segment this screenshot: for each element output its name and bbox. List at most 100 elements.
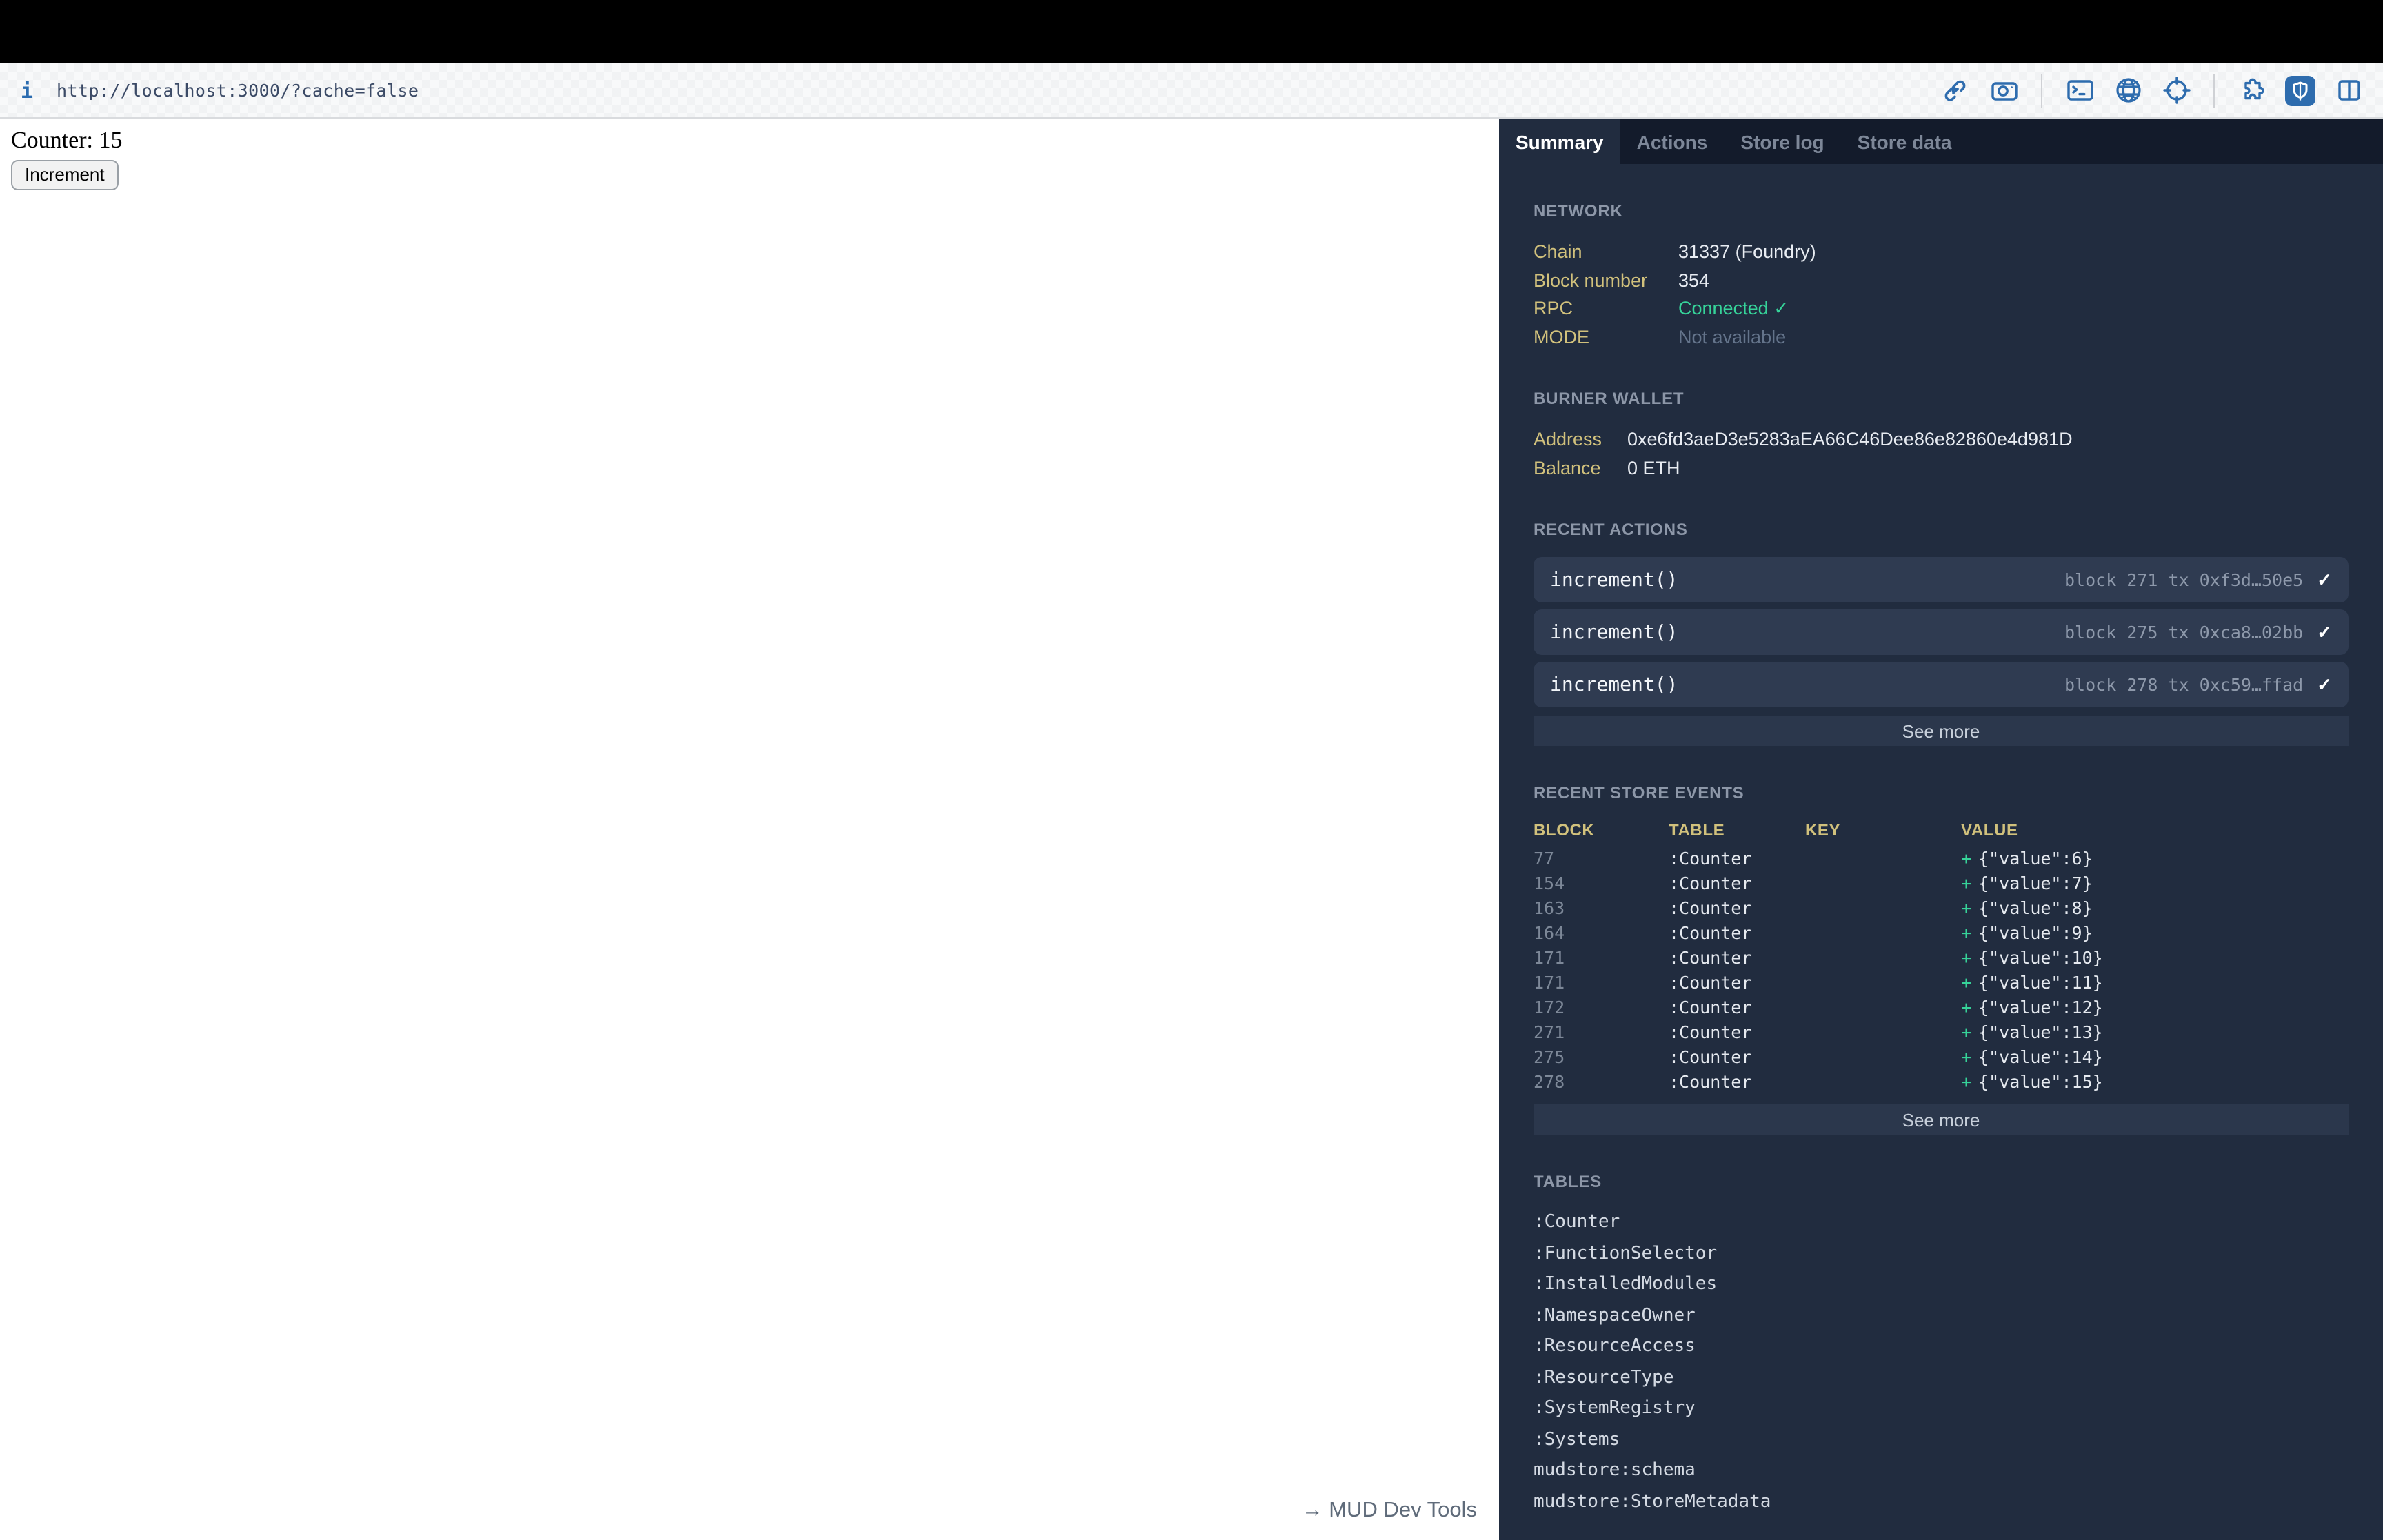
network-section: NETWORK Chain 31337 (Foundry) Block numb… <box>1534 201 2349 352</box>
store-event-row: 278 :Counter + {"value":15} <box>1534 1070 2349 1095</box>
event-block: 171 <box>1534 972 1565 993</box>
tab-actions[interactable]: Actions <box>1620 119 1725 164</box>
action-row[interactable]: increment() block 278 tx 0xc59…ffad ✓ <box>1534 662 2349 707</box>
table-list-item[interactable]: :Counter <box>1534 1209 2349 1237</box>
tab-store-log[interactable]: Store log <box>1724 119 1840 164</box>
event-key <box>1805 971 1961 995</box>
actions-see-more-button[interactable]: See more <box>1534 716 2349 746</box>
plus-icon: + <box>1961 898 1972 918</box>
event-value: + {"value":7} <box>1961 873 2093 893</box>
store-event-row: 275 :Counter + {"value":14} <box>1534 1045 2349 1070</box>
event-key <box>1805 946 1961 971</box>
event-block: 154 <box>1534 873 1565 893</box>
store-event-row: 271 :Counter + {"value":13} <box>1534 1020 2349 1045</box>
balance-label: Balance <box>1534 457 1601 478</box>
table-list-item[interactable]: :FunctionSelector <box>1534 1240 2349 1268</box>
shield-icon[interactable] <box>2285 75 2315 105</box>
terminal-icon[interactable] <box>2064 75 2095 105</box>
event-key <box>1805 1020 1961 1045</box>
table-list-item[interactable]: :ResourceAccess <box>1534 1333 2349 1361</box>
mud-devtools-toggle-button[interactable]: → MUD Dev Tools <box>1302 1499 1477 1523</box>
camera-icon[interactable] <box>1989 75 2019 105</box>
event-block: 171 <box>1534 947 1565 968</box>
event-value: + {"value":6} <box>1961 848 2093 869</box>
chain-label: Chain <box>1534 241 1582 262</box>
event-value: + {"value":10} <box>1961 947 2103 968</box>
action-function: increment() <box>1550 673 1678 696</box>
block-number-label: Block number <box>1534 270 1648 290</box>
columns-icon[interactable] <box>2333 75 2364 105</box>
browser-toolbar: i http://localhost:3000/?cache=false <box>0 63 2383 119</box>
action-block-tx: block 278 tx 0xc59…ffad <box>2064 674 2304 695</box>
plus-icon: + <box>1961 873 1972 893</box>
column-header-value: VALUE <box>1961 820 2018 840</box>
event-key <box>1805 896 1961 921</box>
table-list-item[interactable]: :Systems <box>1534 1426 2349 1454</box>
action-function: increment() <box>1550 569 1678 591</box>
table-list-item[interactable]: :SystemRegistry <box>1534 1395 2349 1423</box>
event-block: 163 <box>1534 898 1565 918</box>
store-event-row: 164 :Counter + {"value":9} <box>1534 921 2349 946</box>
table-list-item[interactable]: mudstore:schema <box>1534 1457 2349 1485</box>
check-icon: ✓ <box>2317 673 2332 694</box>
store-event-row: 163 :Counter + {"value":8} <box>1534 896 2349 921</box>
tables-section-title: TABLES <box>1534 1172 1602 1191</box>
plus-icon: + <box>1961 1022 1972 1042</box>
store-event-row: 171 :Counter + {"value":10} <box>1534 946 2349 971</box>
event-table: :Counter <box>1669 1046 1752 1067</box>
store-event-row: 77 :Counter + {"value":6} <box>1534 847 2349 871</box>
plus-icon: + <box>1961 1046 1972 1067</box>
event-table: :Counter <box>1669 972 1752 993</box>
balance-value: 0 ETH <box>1627 457 1680 478</box>
window-top-bar <box>0 0 2383 63</box>
action-row[interactable]: increment() block 271 tx 0xf3d…50e5 ✓ <box>1534 557 2349 602</box>
store-events-section-title: RECENT STORE EVENTS <box>1534 783 1744 802</box>
event-value: + {"value":14} <box>1961 1046 2103 1067</box>
toolbar-divider <box>2213 74 2215 107</box>
recent-actions-section: RECENT ACTIONS increment() block 271 tx … <box>1534 520 2349 746</box>
address-value: 0xe6fd3aeD3e5283aEA66C46Dee86e82860e4d98… <box>1627 429 2073 449</box>
event-value: + {"value":12} <box>1961 997 2103 1017</box>
crosshair-icon[interactable] <box>2161 75 2191 105</box>
url-text[interactable]: http://localhost:3000/?cache=false <box>57 80 419 101</box>
check-icon: ✓ <box>2317 569 2332 589</box>
increment-button[interactable]: Increment <box>11 160 119 190</box>
table-list-item[interactable]: mudstore:StoreMetadata <box>1534 1488 2349 1516</box>
table-list-item[interactable]: :ResourceType <box>1534 1364 2349 1392</box>
event-key <box>1805 995 1961 1020</box>
burner-wallet-section-title: BURNER WALLET <box>1534 389 1685 408</box>
tables-section: TABLES :Counter :FunctionSelector :Insta… <box>1534 1172 2349 1516</box>
event-table: :Counter <box>1669 1022 1752 1042</box>
puzzle-icon[interactable] <box>2237 75 2267 105</box>
toolbar-icon-group <box>1940 74 2364 107</box>
table-list-item[interactable]: :NamespaceOwner <box>1534 1302 2349 1330</box>
rpc-label: RPC <box>1534 298 1573 318</box>
event-key <box>1805 921 1961 946</box>
store-event-row: 154 :Counter + {"value":7} <box>1534 871 2349 896</box>
tab-store-data[interactable]: Store data <box>1841 119 1969 164</box>
store-event-row: 172 :Counter + {"value":12} <box>1534 995 2349 1020</box>
address-label: Address <box>1534 429 1602 449</box>
globe-icon[interactable] <box>2113 75 2143 105</box>
chain-value: 31337 (Foundry) <box>1678 241 1816 262</box>
tab-summary[interactable]: Summary <box>1499 119 1620 164</box>
event-key <box>1805 871 1961 896</box>
burner-wallet-section: BURNER WALLET Address 0xe6fd3aeD3e5283aE… <box>1534 389 2349 483</box>
event-table: :Counter <box>1669 848 1752 869</box>
toolbar-divider <box>2041 74 2042 107</box>
action-row[interactable]: increment() block 275 tx 0xca8…02bb ✓ <box>1534 609 2349 655</box>
plus-icon: + <box>1961 848 1972 869</box>
event-value: + {"value":13} <box>1961 1022 2103 1042</box>
network-row-mode: MODE Not available <box>1534 323 2349 352</box>
table-list-item[interactable]: :InstalledModules <box>1534 1271 2349 1299</box>
store-events-see-more-button[interactable]: See more <box>1534 1104 2349 1135</box>
link-icon[interactable] <box>1940 75 1971 105</box>
plus-icon: + <box>1961 997 1972 1017</box>
recent-actions-section-title: RECENT ACTIONS <box>1534 520 1688 539</box>
devtools-content: NETWORK Chain 31337 (Foundry) Block numb… <box>1499 164 2383 1516</box>
devtools-tab-bar: Summary Actions Store log Store data <box>1499 119 2383 164</box>
event-table: :Counter <box>1669 1071 1752 1092</box>
store-events-header-row: BLOCK TABLE KEY VALUE <box>1534 820 2349 840</box>
web-page: Counter: 15 Increment → MUD Dev Tools <box>0 119 1499 1540</box>
event-value: + {"value":8} <box>1961 898 2093 918</box>
